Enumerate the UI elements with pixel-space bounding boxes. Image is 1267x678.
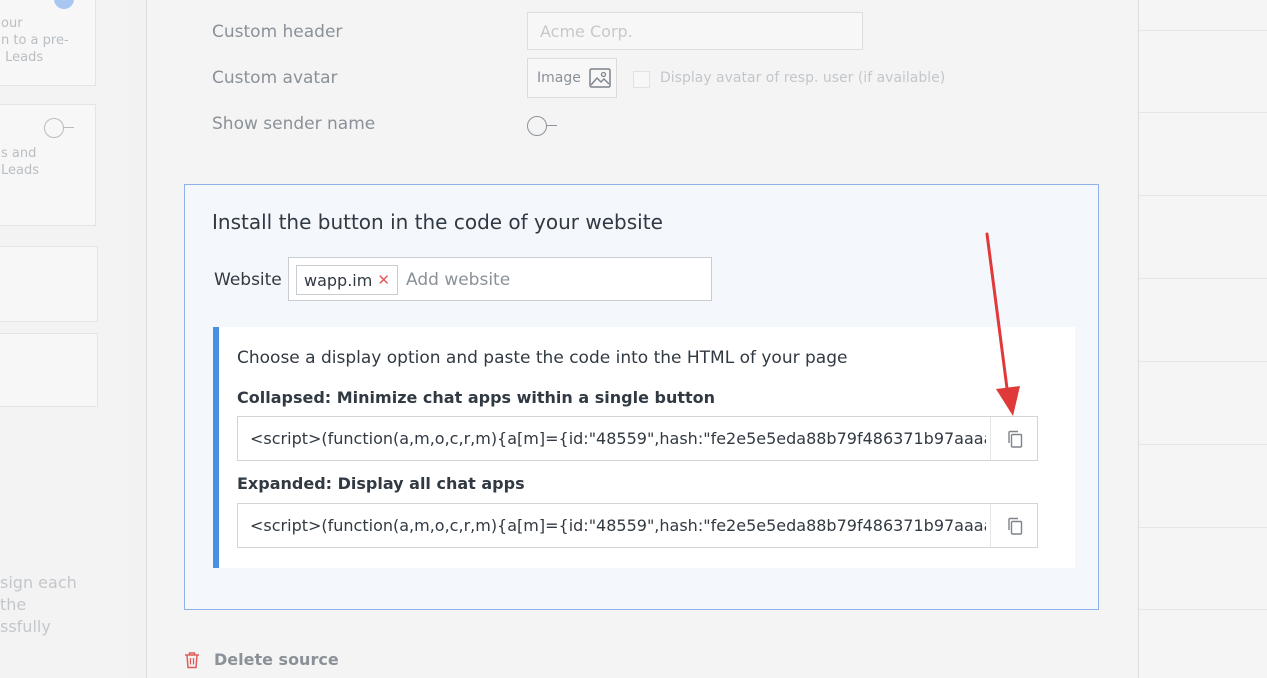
code-intro: Choose a display option and paste the co…: [237, 348, 848, 368]
custom-header-input[interactable]: Acme Corp.: [527, 12, 863, 50]
custom-header-label: Custom header: [212, 22, 343, 42]
background-card: [0, 333, 98, 407]
collapsed-code-field[interactable]: <script>(function(a,m,o,c,r,m){a[m]={id:…: [237, 416, 1038, 461]
background-divider: [1138, 444, 1267, 445]
background-divider: [1138, 278, 1267, 279]
delete-source-label: Delete source: [214, 650, 339, 669]
add-website-input[interactable]: [406, 266, 696, 294]
show-sender-label: Show sender name: [212, 114, 376, 134]
copy-collapsed-button[interactable]: [990, 417, 1038, 460]
background-text: sign each the ssfully: [0, 573, 77, 636]
background-divider: [1138, 609, 1267, 610]
background-divider: [1138, 361, 1267, 362]
copy-icon: [1007, 430, 1022, 448]
collapsed-code[interactable]: <script>(function(a,m,o,c,r,m){a[m]={id:…: [250, 417, 986, 460]
background-divider: [1138, 30, 1267, 31]
delete-source-button[interactable]: Delete source: [184, 650, 339, 669]
copy-expanded-button[interactable]: [990, 504, 1038, 547]
trash-icon: [185, 651, 199, 668]
show-sender-toggle[interactable]: [527, 116, 557, 136]
background-card-text: our n to a pre- Leads: [1, 16, 69, 65]
website-label: Website: [214, 270, 282, 290]
background-card-text: s and Leads: [1, 146, 40, 178]
background-left-column: our n to a pre- Leads s and Leads sign e…: [0, 0, 130, 678]
copy-icon: [1007, 517, 1022, 535]
expanded-heading: Expanded: Display all chat apps: [237, 474, 525, 493]
image-upload-button[interactable]: Image: [527, 58, 617, 98]
background-divider: [1138, 195, 1267, 196]
custom-avatar-label: Custom avatar: [212, 68, 338, 88]
background-card: our n to a pre- Leads: [0, 0, 96, 86]
image-icon: [589, 68, 611, 88]
avatar-checkbox[interactable]: [633, 71, 650, 88]
install-title: Install the button in the code of your w…: [212, 210, 663, 234]
background-toggle: [44, 118, 74, 138]
image-button-label: Image: [537, 70, 581, 86]
expanded-code[interactable]: <script>(function(a,m,o,c,r,m){a[m]={id:…: [250, 504, 986, 547]
background-card: [0, 246, 98, 322]
remove-tag-icon[interactable]: ✕: [377, 271, 390, 289]
custom-header-placeholder: Acme Corp.: [540, 22, 633, 41]
background-right-column: [1138, 0, 1267, 678]
avatar-checkbox-label: Display avatar of resp. user (if availab…: [660, 70, 946, 86]
website-tag-label: wapp.im: [304, 270, 373, 290]
expanded-code-field[interactable]: <script>(function(a,m,o,c,r,m){a[m]={id:…: [237, 503, 1038, 548]
website-tag: wapp.im ✕: [296, 265, 398, 295]
background-divider: [1138, 527, 1267, 528]
collapsed-heading: Collapsed: Minimize chat apps within a s…: [237, 388, 716, 407]
background-divider: [1138, 112, 1267, 113]
